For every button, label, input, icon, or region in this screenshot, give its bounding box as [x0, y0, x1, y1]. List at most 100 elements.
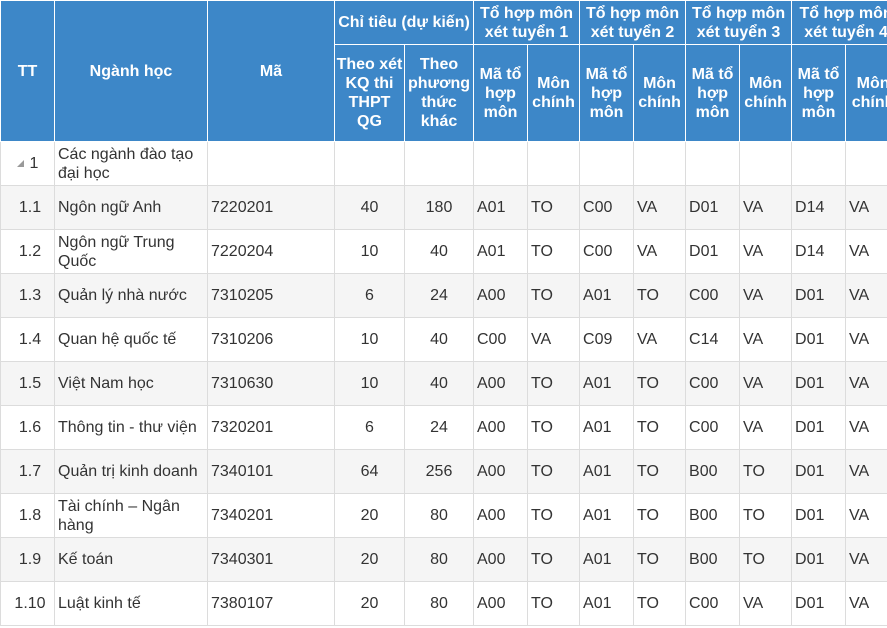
- header-mon-chinh: Môn chính: [845, 44, 887, 142]
- table-row[interactable]: 1.10 Luật kinh tế 7380107 20 80 A00 TO A01 TO C00…: [0, 581, 887, 626]
- table-row[interactable]: 1.5 Việt Nam học 7310630 10 40 A00 TO A01 TO C00 V…: [0, 361, 887, 406]
- table-row[interactable]: 1.6 Thông tin - thư viện 7320201 6 24 A00 TO A0…: [0, 405, 887, 450]
- combo-1-code: A01: [473, 229, 528, 274]
- quota-other: 40: [404, 361, 474, 406]
- combo-4-code: D14: [791, 229, 847, 274]
- table-row[interactable]: 1.9 Kế toán 7340301 20 80 A00 TO A01 TO B00 TO D01 V…: [0, 537, 887, 582]
- header-nganh-hoc: Ngành học: [54, 0, 208, 142]
- combo-3-code: C00: [685, 361, 741, 406]
- combo-2-main: TO: [633, 537, 687, 582]
- combo-2-main: TO: [633, 581, 687, 626]
- combo-1-main: TO: [526, 273, 581, 318]
- program-name: Việt Nam học: [54, 361, 208, 406]
- combo-2-code: C00: [579, 185, 635, 230]
- program-code: 7220201: [207, 185, 335, 230]
- header-group-3: Tổ hợp môn xét tuyển 3: [685, 0, 793, 45]
- row-tt: 1.9: [0, 537, 55, 582]
- combo-3-main: TO: [739, 537, 793, 582]
- combo-1-main: TO: [526, 185, 581, 230]
- quota-other: 24: [404, 273, 474, 318]
- combo-2-main: VA: [633, 185, 687, 230]
- combo-1-code: A00: [473, 537, 528, 582]
- section-name: Các ngành đào tạo đại học: [54, 141, 208, 186]
- combo-2-code: A01: [579, 449, 635, 494]
- table-cell: [334, 141, 405, 186]
- quota-other: 24: [404, 405, 474, 450]
- combo-3-code: C00: [685, 581, 741, 626]
- admission-table: TT Ngành học Mã Chỉ tiêu (dự kiến) Tổ hợ…: [0, 0, 887, 626]
- header-mon-chinh: Môn chính: [633, 44, 687, 142]
- table-row[interactable]: 1.2 Ngôn ngữ Trung Quốc 7220204 10 40 A01 TO C0…: [0, 229, 887, 274]
- combo-4-main: VA: [845, 229, 887, 274]
- combo-4-code: D14: [791, 185, 847, 230]
- program-name: Quản trị kinh doanh: [54, 449, 208, 494]
- quota-thpt: 20: [334, 537, 405, 582]
- combo-4-main: VA: [845, 185, 887, 230]
- combo-1-code: A01: [473, 185, 528, 230]
- combo-4-code: D01: [791, 317, 847, 362]
- combo-2-main: TO: [633, 273, 687, 318]
- combo-3-main: VA: [739, 405, 793, 450]
- table-row[interactable]: 1.1 Ngôn ngữ Anh 7220201 40 180 A01 TO C00 VA D01…: [0, 185, 887, 230]
- header-group-1: Tổ hợp môn xét tuyển 1: [472, 0, 581, 45]
- combo-2-code: A01: [579, 273, 635, 318]
- combo-4-main: VA: [845, 405, 887, 450]
- row-tt: 1.6: [0, 405, 55, 450]
- combo-2-code: C09: [579, 317, 635, 362]
- combo-3-main: TO: [739, 449, 793, 494]
- table-cell: [845, 141, 887, 186]
- combo-1-main: TO: [526, 229, 581, 274]
- combo-4-code: D01: [791, 493, 847, 538]
- table-row[interactable]: 1.7 Quản trị kinh doanh 7340101 64 256 A00 TO A…: [0, 449, 887, 494]
- row-tt: 1.7: [0, 449, 55, 494]
- combo-4-code: D01: [791, 405, 847, 450]
- combo-1-code: A00: [473, 361, 528, 406]
- quota-thpt: 20: [334, 493, 405, 538]
- combo-3-code: C00: [685, 405, 741, 450]
- combo-3-code: C14: [685, 317, 741, 362]
- program-name: Quản lý nhà nước: [54, 273, 208, 318]
- combo-4-code: D01: [791, 537, 847, 582]
- header-group-4: Tổ hợp môn xét tuyển 4: [791, 0, 887, 45]
- combo-1-main: TO: [526, 405, 581, 450]
- combo-1-main: TO: [526, 493, 581, 538]
- combo-3-main: VA: [739, 229, 793, 274]
- table-row[interactable]: 1.8 Tài chính – Ngân hàng 7340201 20 80 A00 TO…: [0, 493, 887, 538]
- row-tt: 1.10: [0, 581, 55, 626]
- section-row[interactable]: 1 Các ngành đào tạo đại học: [0, 141, 887, 186]
- table-cell: [633, 141, 687, 186]
- table-row[interactable]: 1.4 Quan hệ quốc tế 7310206 10 40 C00 VA C09 VA C…: [0, 317, 887, 362]
- combo-3-code: B00: [685, 537, 741, 582]
- table-cell: [791, 141, 847, 186]
- combo-1-main: VA: [526, 317, 581, 362]
- combo-1-code: A00: [473, 449, 528, 494]
- collapse-triangle-icon[interactable]: [16, 160, 24, 168]
- combo-1-code: A00: [473, 405, 528, 450]
- header-theo-pt: Theo phương thức khác: [404, 44, 474, 142]
- row-tt: 1.4: [0, 317, 55, 362]
- program-name: Ngôn ngữ Trung Quốc: [54, 229, 208, 274]
- combo-2-code: A01: [579, 405, 635, 450]
- combo-2-main: VA: [633, 317, 687, 362]
- combo-1-code: A00: [473, 581, 528, 626]
- quota-other: 180: [404, 185, 474, 230]
- combo-4-code: D01: [791, 361, 847, 406]
- combo-1-main: TO: [526, 581, 581, 626]
- program-code: 7310206: [207, 317, 335, 362]
- combo-2-main: TO: [633, 361, 687, 406]
- section-tt-cell[interactable]: 1: [0, 141, 55, 186]
- combo-1-code: A00: [473, 273, 528, 318]
- quota-other: 40: [404, 229, 474, 274]
- quota-thpt: 10: [334, 229, 405, 274]
- program-code: 7320201: [207, 405, 335, 450]
- program-name: Luật kinh tế: [54, 581, 208, 626]
- row-tt: 1.1: [0, 185, 55, 230]
- table-row[interactable]: 1.3 Quản lý nhà nước 7310205 6 24 A00 TO A01 TO C…: [0, 273, 887, 318]
- table-cell: [207, 141, 335, 186]
- row-tt: 1.3: [0, 273, 55, 318]
- header-theo-kq: Theo xét KQ thi THPT QG: [334, 44, 405, 142]
- program-code: 7340101: [207, 449, 335, 494]
- quota-thpt: 6: [334, 405, 405, 450]
- program-name: Ngôn ngữ Anh: [54, 185, 208, 230]
- quota-thpt: 40: [334, 185, 405, 230]
